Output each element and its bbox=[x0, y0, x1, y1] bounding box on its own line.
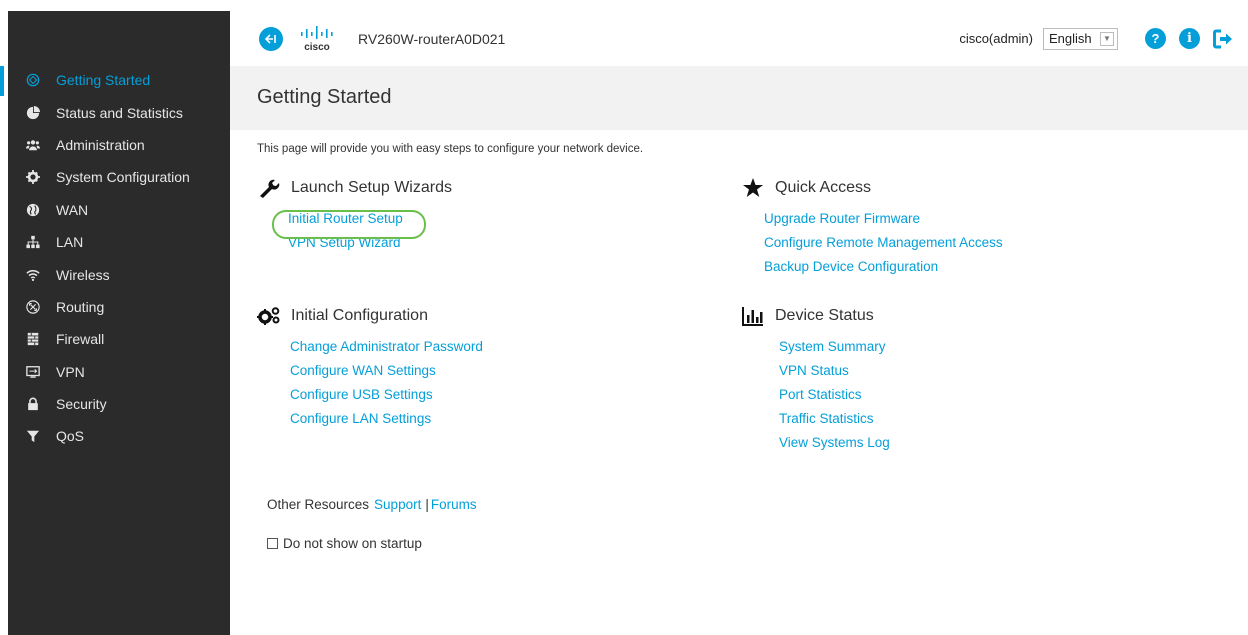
section-links: Upgrade Router Firmware Configure Remote… bbox=[764, 207, 1003, 279]
startup-label: Do not show on startup bbox=[283, 536, 422, 551]
section-title: Device Status bbox=[775, 307, 874, 324]
sidebar-item-lan[interactable]: LAN bbox=[8, 226, 230, 258]
sidebar-item-getting-started[interactable]: Getting Started bbox=[0, 64, 230, 97]
header-right: cisco(admin) English ▼ ? i bbox=[959, 11, 1234, 66]
configure-usb-link[interactable]: Configure USB Settings bbox=[290, 383, 483, 407]
other-resources-label: Other Resources bbox=[267, 497, 370, 512]
logout-icon[interactable] bbox=[1212, 28, 1234, 50]
sidebar-item-label: Status and Statistics bbox=[56, 104, 183, 121]
sidebar-item-label: System Configuration bbox=[56, 169, 190, 186]
sitemap-icon bbox=[25, 234, 41, 250]
bar-chart-icon bbox=[741, 305, 765, 327]
initial-configuration-section: Initial Configuration Change Administrat… bbox=[257, 304, 483, 431]
globe-icon bbox=[25, 202, 41, 218]
system-summary-link[interactable]: System Summary bbox=[779, 335, 890, 359]
change-admin-password-link[interactable]: Change Administrator Password bbox=[290, 335, 483, 359]
chevron-down-icon: ▼ bbox=[1100, 31, 1114, 46]
section-links: System Summary VPN Status Port Statistic… bbox=[779, 335, 890, 455]
section-title: Quick Access bbox=[775, 179, 872, 196]
wifi-icon bbox=[25, 267, 41, 283]
traffic-statistics-link[interactable]: Traffic Statistics bbox=[779, 407, 890, 431]
sidebar-top bbox=[8, 11, 230, 64]
sidebar-item-label: WAN bbox=[56, 201, 89, 218]
section-header: Device Status bbox=[741, 304, 890, 328]
star-icon bbox=[741, 177, 765, 199]
sidebar-item-label: VPN bbox=[56, 363, 85, 380]
startup-checkbox[interactable] bbox=[267, 538, 278, 549]
sidebar-item-vpn[interactable]: VPN bbox=[8, 356, 230, 388]
cisco-logo: cisco bbox=[301, 25, 333, 53]
sidebar-item-system-configuration[interactable]: System Configuration bbox=[8, 161, 230, 193]
firewall-icon bbox=[25, 331, 41, 347]
other-resources: Other Resources Support | Forums bbox=[267, 497, 477, 512]
getting-started-icon bbox=[25, 72, 41, 88]
lock-icon bbox=[25, 396, 41, 412]
sidebar-item-qos[interactable]: QoS bbox=[8, 420, 230, 452]
section-header: Initial Configuration bbox=[257, 304, 483, 328]
routing-icon bbox=[25, 299, 41, 315]
help-icon[interactable]: ? bbox=[1145, 28, 1166, 49]
sidebar-item-wireless[interactable]: Wireless bbox=[8, 258, 230, 290]
sidebar: Getting Started Status and Statistics Ad… bbox=[0, 11, 230, 635]
sidebar-item-firewall[interactable]: Firewall bbox=[8, 323, 230, 355]
section-header: Launch Setup Wizards bbox=[257, 176, 452, 200]
upgrade-firmware-link[interactable]: Upgrade Router Firmware bbox=[764, 207, 1003, 231]
sidebar-item-label: Routing bbox=[56, 298, 105, 315]
vpn-status-link[interactable]: VPN Status bbox=[779, 359, 890, 383]
sidebar-item-status-and-statistics[interactable]: Status and Statistics bbox=[8, 96, 230, 128]
highlight-ring bbox=[272, 210, 426, 239]
sidebar-item-label: Wireless bbox=[56, 266, 110, 283]
forums-link[interactable]: Forums bbox=[431, 497, 477, 512]
sidebar-item-label: QoS bbox=[56, 428, 85, 445]
section-title: Launch Setup Wizards bbox=[291, 179, 452, 196]
sidebar-item-label: Security bbox=[56, 396, 107, 413]
cisco-logo-text: cisco bbox=[304, 42, 330, 53]
user-label: cisco(admin) bbox=[959, 31, 1033, 46]
support-link[interactable]: Support bbox=[374, 497, 421, 512]
wrench-icon bbox=[257, 177, 281, 199]
sidebar-item-label: Firewall bbox=[56, 331, 105, 348]
gear-icon bbox=[25, 169, 41, 185]
device-status-section: Device Status System Summary VPN Status … bbox=[741, 304, 890, 455]
section-title: Initial Configuration bbox=[291, 307, 428, 324]
gears-icon bbox=[257, 305, 281, 327]
port-statistics-link[interactable]: Port Statistics bbox=[779, 383, 890, 407]
separator: | bbox=[425, 497, 429, 512]
filter-icon bbox=[25, 428, 41, 444]
title-bar: Getting Started bbox=[230, 66, 1248, 130]
vpn-icon bbox=[25, 364, 41, 380]
language-value: English bbox=[1049, 31, 1092, 46]
section-links: Change Administrator Password Configure … bbox=[290, 335, 483, 431]
sidebar-item-routing[interactable]: Routing bbox=[8, 291, 230, 323]
remote-management-link[interactable]: Configure Remote Management Access bbox=[764, 231, 1003, 255]
intro-text: This page will provide you with easy ste… bbox=[257, 143, 644, 155]
view-systems-log-link[interactable]: View Systems Log bbox=[779, 431, 890, 455]
sidebar-item-label: Getting Started bbox=[56, 72, 151, 89]
section-header: Quick Access bbox=[741, 176, 1003, 200]
sidebar-item-wan[interactable]: WAN bbox=[8, 194, 230, 226]
sidebar-item-label: Administration bbox=[56, 136, 145, 153]
sidebar-item-security[interactable]: Security bbox=[8, 388, 230, 420]
language-select[interactable]: English ▼ bbox=[1043, 27, 1118, 50]
info-icon[interactable]: i bbox=[1179, 28, 1200, 49]
collapse-sidebar-icon[interactable] bbox=[259, 26, 283, 51]
top-header: cisco RV260W-routerA0D021 cisco(admin) E… bbox=[230, 11, 1248, 66]
configure-lan-link[interactable]: Configure LAN Settings bbox=[290, 407, 483, 431]
pie-chart-icon bbox=[25, 105, 41, 121]
do-not-show-startup[interactable]: Do not show on startup bbox=[267, 536, 422, 551]
backup-configuration-link[interactable]: Backup Device Configuration bbox=[764, 255, 1003, 279]
users-icon bbox=[25, 137, 41, 153]
sidebar-item-label: LAN bbox=[56, 234, 84, 251]
device-name: RV260W-routerA0D021 bbox=[358, 30, 506, 47]
main-content: This page will provide you with easy ste… bbox=[230, 130, 1248, 635]
quick-access-section: Quick Access Upgrade Router Firmware Con… bbox=[741, 176, 1003, 279]
app-window: Getting Started Status and Statistics Ad… bbox=[0, 0, 1248, 635]
configure-wan-link[interactable]: Configure WAN Settings bbox=[290, 359, 483, 383]
page-title: Getting Started bbox=[257, 86, 392, 108]
sidebar-item-administration[interactable]: Administration bbox=[8, 129, 230, 161]
